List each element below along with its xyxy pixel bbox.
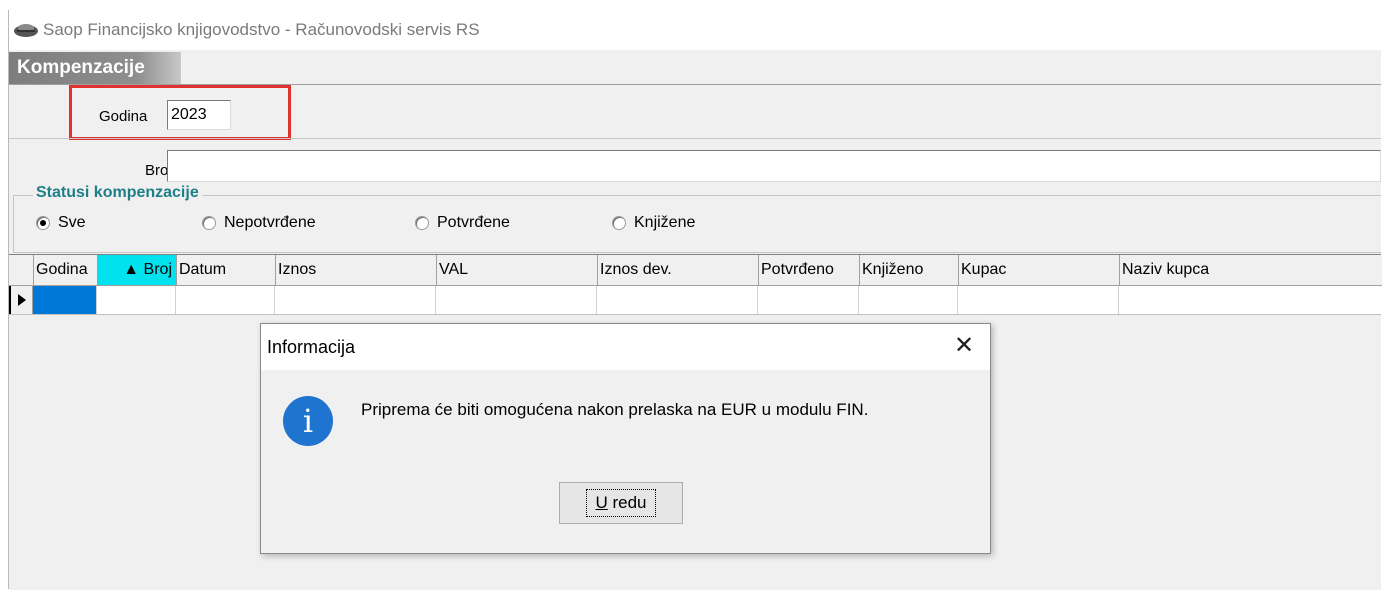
table-cell[interactable] [1119,286,1381,314]
grid-header: Godina ▲ Broj Datum Iznos VAL Iznos dev.… [9,255,1382,286]
radio-potvrdene[interactable]: Potvrđene [415,214,510,232]
column-header-godina[interactable]: Godina [34,255,98,285]
radio-nepotvrdene[interactable]: Nepotvrđene [202,214,316,232]
radio-label: Sve [58,214,86,231]
info-icon: i [283,396,333,446]
table-cell[interactable] [758,286,859,314]
dialog-title-bar: Informacija ✕ [261,324,990,370]
column-header-val[interactable]: VAL [437,255,598,285]
table-cell[interactable] [859,286,958,314]
column-header-iznos-dev[interactable]: Iznos dev. [598,255,759,285]
highlight-annotation [69,85,291,140]
column-header-naziv-kupca[interactable]: Naziv kupca [1120,255,1382,285]
app-icon [13,22,39,38]
table-row[interactable] [9,286,1381,315]
table-cell[interactable] [958,286,1119,314]
divider [9,138,1381,139]
dialog-title: Informacija [267,336,356,357]
ok-button-accelerator: U [595,493,608,512]
close-icon[interactable]: ✕ [952,334,976,358]
table-cell[interactable] [33,286,97,314]
radio-unchecked-icon [415,216,429,230]
column-header-knjizeno[interactable]: Knjiženo [860,255,959,285]
radio-label: Nepotvrđene [224,214,316,231]
column-header-iznos[interactable]: Iznos [276,255,437,285]
header-indicator [9,255,34,285]
table-cell[interactable] [275,286,436,314]
broj-input[interactable] [167,150,1381,182]
form-header: Kompenzacije [9,52,181,84]
title-bar: Saop Financijsko knjigovodstvo - Računov… [9,10,1381,50]
ok-button-text: redu [607,493,647,512]
ok-button[interactable]: U redu [559,482,683,524]
column-header-broj[interactable]: ▲ Broj [98,255,177,285]
status-group-title: Statusi kompenzacije [33,184,202,202]
table-cell[interactable] [597,286,758,314]
radio-checked-icon [36,216,50,230]
radio-label: Potvrđene [437,214,510,231]
radio-unchecked-icon [202,216,216,230]
ok-button-label: U redu [586,489,656,517]
table-cell[interactable] [436,286,597,314]
window-title: Saop Financijsko knjigovodstvo - Računov… [43,20,480,39]
column-header-potvrdeno[interactable]: Potvrđeno [759,255,860,285]
row-pointer-icon [9,286,33,314]
column-header-datum[interactable]: Datum [177,255,276,285]
radio-sve[interactable]: Sve [36,214,86,232]
radio-knjizene[interactable]: Knjižene [612,214,695,232]
table-cell[interactable] [176,286,275,314]
info-dialog: Informacija ✕ i Priprema će biti omoguće… [260,323,991,554]
table-cell[interactable] [97,286,176,314]
radio-unchecked-icon [612,216,626,230]
radio-label: Knjižene [634,214,696,231]
dialog-message: Priprema će biti omogućena nakon prelask… [361,400,869,419]
column-header-kupac[interactable]: Kupac [959,255,1120,285]
